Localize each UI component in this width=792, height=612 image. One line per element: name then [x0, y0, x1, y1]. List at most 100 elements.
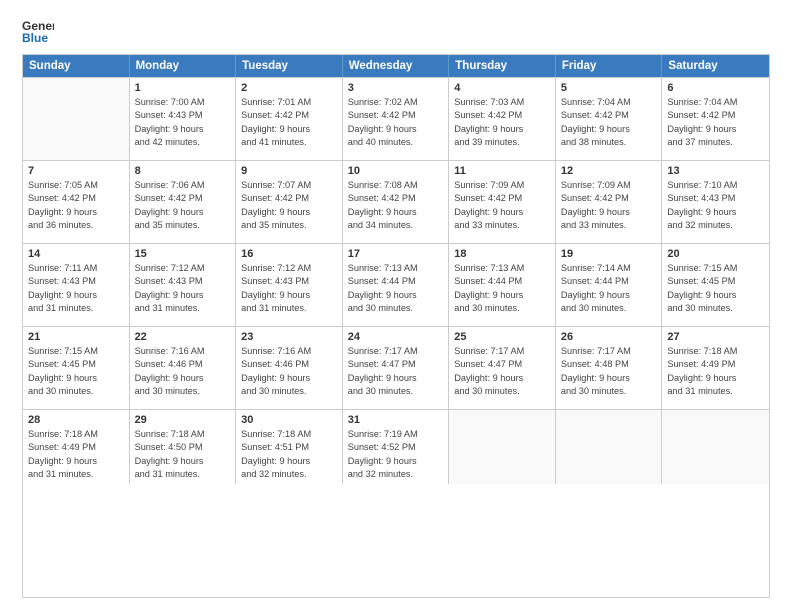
day-number: 5: [561, 82, 657, 94]
calendar-cell: [23, 78, 130, 160]
calendar-cell: 22 Sunrise: 7:16 AM Sunset: 4:46 PM Dayli…: [130, 327, 237, 409]
day-info: Sunrise: 7:02 AM Sunset: 4:42 PM Dayligh…: [348, 96, 444, 149]
day-number: 11: [454, 165, 550, 177]
calendar-cell: 25 Sunrise: 7:17 AM Sunset: 4:47 PM Dayli…: [449, 327, 556, 409]
day-info: Sunrise: 7:09 AM Sunset: 4:42 PM Dayligh…: [561, 179, 657, 232]
day-number: 8: [135, 165, 231, 177]
day-info: Sunrise: 7:16 AM Sunset: 4:46 PM Dayligh…: [241, 345, 337, 398]
day-info: Sunrise: 7:06 AM Sunset: 4:42 PM Dayligh…: [135, 179, 231, 232]
day-info: Sunrise: 7:19 AM Sunset: 4:52 PM Dayligh…: [348, 428, 444, 481]
calendar-cell: 7 Sunrise: 7:05 AM Sunset: 4:42 PM Daylig…: [23, 161, 130, 243]
header: General Blue: [22, 18, 770, 44]
day-number: 1: [135, 82, 231, 94]
day-number: 29: [135, 414, 231, 426]
calendar-cell: [449, 410, 556, 484]
calendar-cell: 17Sunrise: 7:13 AM Sunset: 4:44 PM Dayli…: [343, 244, 450, 326]
logo-icon: General Blue: [22, 18, 54, 44]
calendar-row: 21Sunrise: 7:15 AM Sunset: 4:45 PM Dayli…: [23, 326, 769, 409]
calendar-cell: 13Sunrise: 7:10 AM Sunset: 4:43 PM Dayli…: [662, 161, 769, 243]
day-info: Sunrise: 7:01 AM Sunset: 4:42 PM Dayligh…: [241, 96, 337, 149]
day-number: 21: [28, 331, 124, 343]
calendar-cell: 11 Sunrise: 7:09 AM Sunset: 4:42 PM Dayli…: [449, 161, 556, 243]
calendar-cell: 2 Sunrise: 7:01 AM Sunset: 4:42 PM Daylig…: [236, 78, 343, 160]
day-number: 16: [241, 248, 337, 260]
day-info: Sunrise: 7:18 AM Sunset: 4:49 PM Dayligh…: [667, 345, 764, 398]
day-info: Sunrise: 7:08 AM Sunset: 4:42 PM Dayligh…: [348, 179, 444, 232]
day-number: 7: [28, 165, 124, 177]
day-info: Sunrise: 7:04 AM Sunset: 4:42 PM Dayligh…: [561, 96, 657, 149]
day-info: Sunrise: 7:18 AM Sunset: 4:51 PM Dayligh…: [241, 428, 337, 481]
calendar-header-cell: Thursday: [449, 55, 556, 77]
calendar-cell: 16 Sunrise: 7:12 AM Sunset: 4:43 PM Dayli…: [236, 244, 343, 326]
calendar-cell: 27 Sunrise: 7:18 AM Sunset: 4:49 PM Dayli…: [662, 327, 769, 409]
day-info: Sunrise: 7:17 AM Sunset: 4:47 PM Dayligh…: [454, 345, 550, 398]
calendar-cell: [556, 410, 663, 484]
calendar-cell: 30 Sunrise: 7:18 AM Sunset: 4:51 PM Dayli…: [236, 410, 343, 484]
day-number: 30: [241, 414, 337, 426]
day-info: Sunrise: 7:16 AM Sunset: 4:46 PM Dayligh…: [135, 345, 231, 398]
day-number: 15: [135, 248, 231, 260]
day-info: Sunrise: 7:07 AM Sunset: 4:42 PM Dayligh…: [241, 179, 337, 232]
day-number: 19: [561, 248, 657, 260]
calendar-cell: 5 Sunrise: 7:04 AM Sunset: 4:42 PM Daylig…: [556, 78, 663, 160]
calendar-header-cell: Friday: [556, 55, 663, 77]
calendar-cell: 23 Sunrise: 7:16 AM Sunset: 4:46 PM Dayli…: [236, 327, 343, 409]
day-info: Sunrise: 7:18 AM Sunset: 4:49 PM Dayligh…: [28, 428, 124, 481]
day-number: 22: [135, 331, 231, 343]
calendar-header-cell: Saturday: [662, 55, 769, 77]
calendar-cell: 26Sunrise: 7:17 AM Sunset: 4:48 PM Dayli…: [556, 327, 663, 409]
calendar-row: 1 Sunrise: 7:00 AM Sunset: 4:43 PM Daylig…: [23, 77, 769, 160]
day-info: Sunrise: 7:13 AM Sunset: 4:44 PM Dayligh…: [454, 262, 550, 315]
day-info: Sunrise: 7:05 AM Sunset: 4:42 PM Dayligh…: [28, 179, 124, 232]
calendar-cell: 3 Sunrise: 7:02 AM Sunset: 4:42 PM Daylig…: [343, 78, 450, 160]
calendar-row: 14Sunrise: 7:11 AM Sunset: 4:43 PM Dayli…: [23, 243, 769, 326]
calendar-cell: 12 Sunrise: 7:09 AM Sunset: 4:42 PM Dayli…: [556, 161, 663, 243]
calendar-cell: 28 Sunrise: 7:18 AM Sunset: 4:49 PM Dayli…: [23, 410, 130, 484]
day-number: 9: [241, 165, 337, 177]
day-number: 20: [667, 248, 764, 260]
calendar-header-cell: Sunday: [23, 55, 130, 77]
calendar-row: 7 Sunrise: 7:05 AM Sunset: 4:42 PM Daylig…: [23, 160, 769, 243]
day-number: 17: [348, 248, 444, 260]
day-info: Sunrise: 7:09 AM Sunset: 4:42 PM Dayligh…: [454, 179, 550, 232]
calendar-cell: 6 Sunrise: 7:04 AM Sunset: 4:42 PM Daylig…: [662, 78, 769, 160]
day-info: Sunrise: 7:14 AM Sunset: 4:44 PM Dayligh…: [561, 262, 657, 315]
calendar-cell: 18 Sunrise: 7:13 AM Sunset: 4:44 PM Dayli…: [449, 244, 556, 326]
calendar-header-cell: Tuesday: [236, 55, 343, 77]
day-info: Sunrise: 7:18 AM Sunset: 4:50 PM Dayligh…: [135, 428, 231, 481]
svg-text:Blue: Blue: [22, 31, 48, 44]
calendar-header-cell: Wednesday: [343, 55, 450, 77]
calendar-cell: 29 Sunrise: 7:18 AM Sunset: 4:50 PM Dayli…: [130, 410, 237, 484]
calendar-cell: 19 Sunrise: 7:14 AM Sunset: 4:44 PM Dayli…: [556, 244, 663, 326]
day-number: 23: [241, 331, 337, 343]
calendar-cell: 20Sunrise: 7:15 AM Sunset: 4:45 PM Dayli…: [662, 244, 769, 326]
calendar-cell: 1 Sunrise: 7:00 AM Sunset: 4:43 PM Daylig…: [130, 78, 237, 160]
day-number: 27: [667, 331, 764, 343]
calendar: SundayMondayTuesdayWednesdayThursdayFrid…: [22, 54, 770, 598]
calendar-cell: 21Sunrise: 7:15 AM Sunset: 4:45 PM Dayli…: [23, 327, 130, 409]
day-number: 28: [28, 414, 124, 426]
day-info: Sunrise: 7:11 AM Sunset: 4:43 PM Dayligh…: [28, 262, 124, 315]
day-number: 3: [348, 82, 444, 94]
calendar-header-row: SundayMondayTuesdayWednesdayThursdayFrid…: [23, 55, 769, 77]
day-number: 4: [454, 82, 550, 94]
calendar-row: 28 Sunrise: 7:18 AM Sunset: 4:49 PM Dayli…: [23, 409, 769, 484]
calendar-header-cell: Monday: [130, 55, 237, 77]
day-info: Sunrise: 7:04 AM Sunset: 4:42 PM Dayligh…: [667, 96, 764, 149]
day-info: Sunrise: 7:12 AM Sunset: 4:43 PM Dayligh…: [241, 262, 337, 315]
day-info: Sunrise: 7:00 AM Sunset: 4:43 PM Dayligh…: [135, 96, 231, 149]
calendar-body: 1 Sunrise: 7:00 AM Sunset: 4:43 PM Daylig…: [23, 77, 769, 484]
logo: General Blue: [22, 18, 54, 44]
day-number: 25: [454, 331, 550, 343]
day-info: Sunrise: 7:03 AM Sunset: 4:42 PM Dayligh…: [454, 96, 550, 149]
day-number: 12: [561, 165, 657, 177]
calendar-cell: 14Sunrise: 7:11 AM Sunset: 4:43 PM Dayli…: [23, 244, 130, 326]
day-number: 2: [241, 82, 337, 94]
calendar-cell: [662, 410, 769, 484]
calendar-cell: 15 Sunrise: 7:12 AM Sunset: 4:43 PM Dayli…: [130, 244, 237, 326]
day-number: 6: [667, 82, 764, 94]
day-number: 10: [348, 165, 444, 177]
calendar-cell: 9 Sunrise: 7:07 AM Sunset: 4:42 PM Daylig…: [236, 161, 343, 243]
day-number: 18: [454, 248, 550, 260]
day-info: Sunrise: 7:12 AM Sunset: 4:43 PM Dayligh…: [135, 262, 231, 315]
